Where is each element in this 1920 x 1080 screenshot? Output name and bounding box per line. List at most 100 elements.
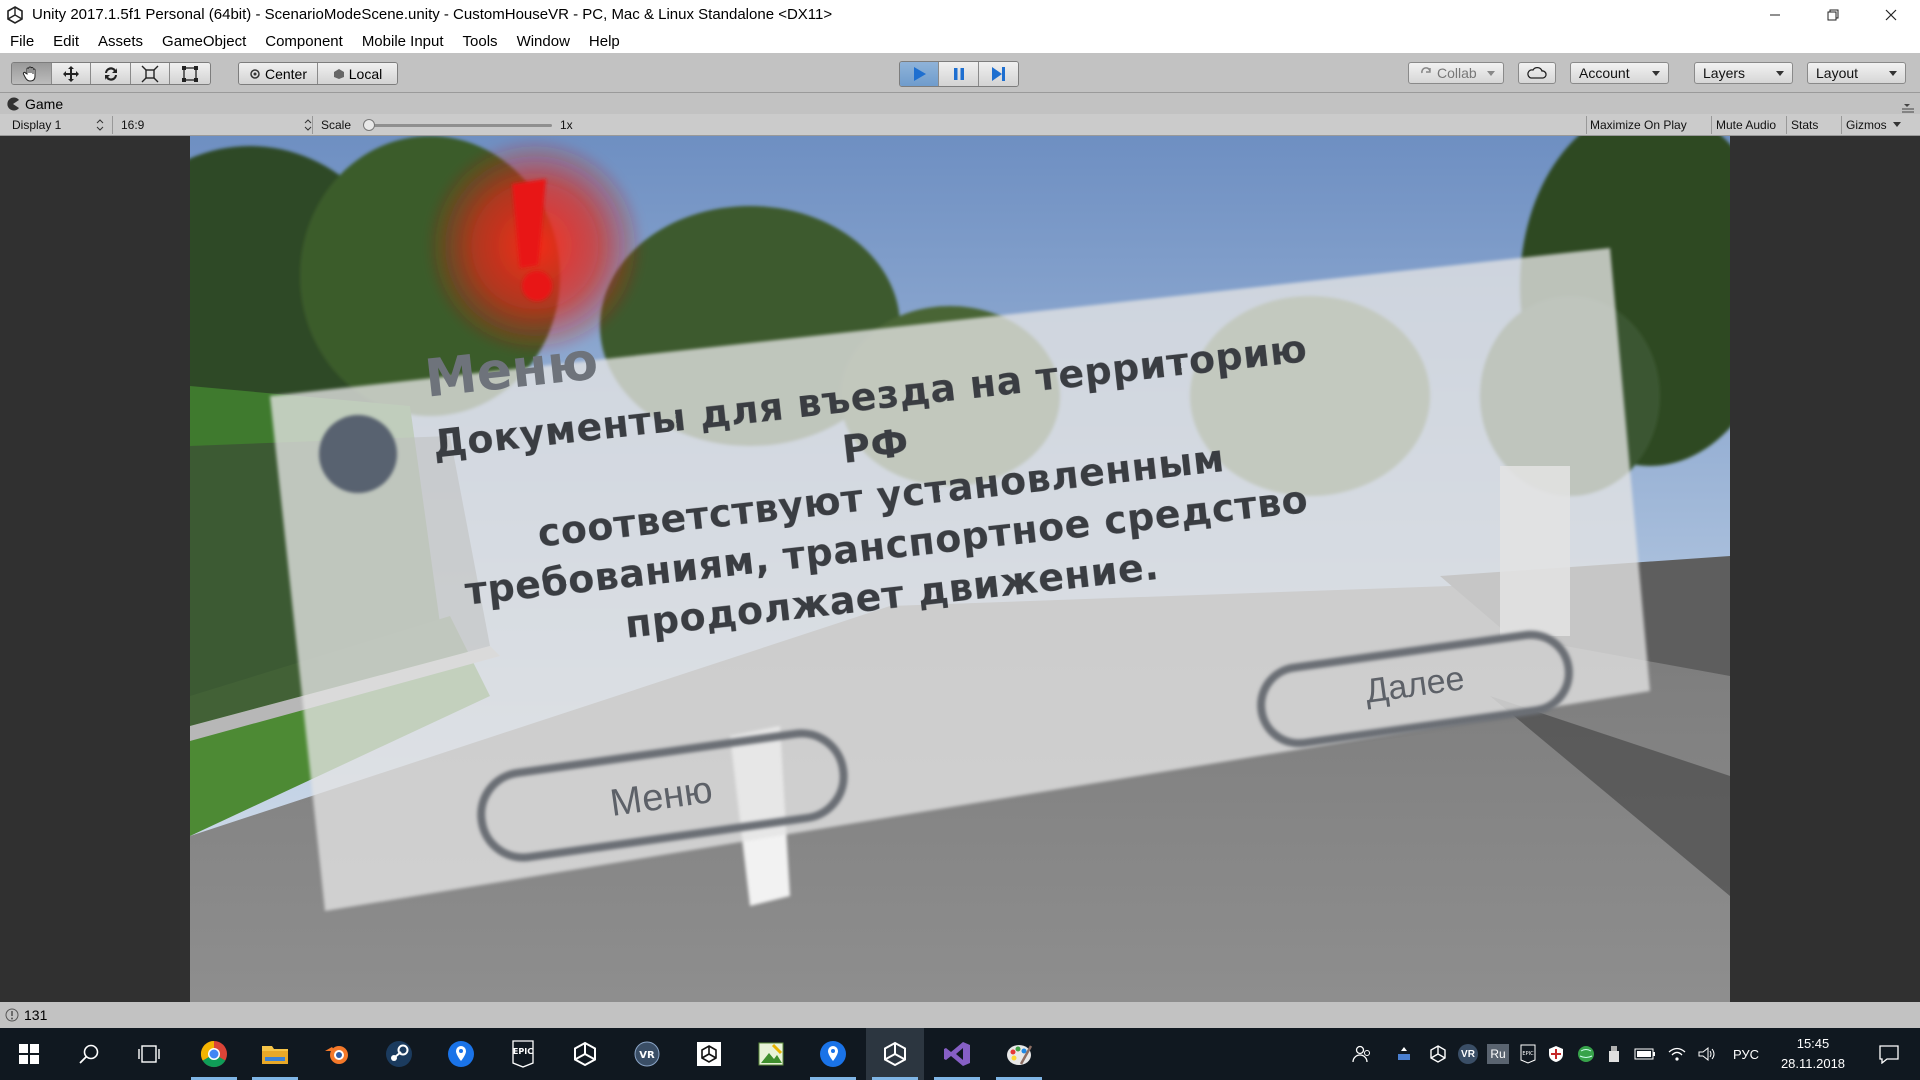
vr-badge: VR [1458, 1044, 1478, 1064]
scale-label: Scale [321, 118, 352, 132]
epic-games-icon: EPIC [512, 1040, 534, 1068]
folder-icon [262, 1046, 288, 1064]
taskbar-image-viewer[interactable] [742, 1028, 800, 1080]
hand-tool-button[interactable] [12, 63, 52, 84]
account-dropdown[interactable]: Account [1570, 62, 1669, 84]
taskbar-steam[interactable] [370, 1028, 428, 1080]
menu-gameobject[interactable]: GameObject [152, 33, 255, 50]
rotate-icon [104, 66, 117, 81]
aspect-label: 16:9 [121, 118, 145, 132]
svg-text:EPIC: EPIC [1522, 1051, 1534, 1057]
pivot-center-button[interactable]: Center [239, 63, 318, 84]
search-button[interactable] [60, 1028, 118, 1080]
svg-text:VR: VR [639, 1050, 655, 1061]
taskbar-chrome[interactable] [185, 1028, 243, 1080]
start-button[interactable] [0, 1028, 58, 1080]
menu-help[interactable]: Help [579, 33, 629, 50]
status-bar: 131 [0, 1002, 1920, 1028]
menu-assets[interactable]: Assets [88, 33, 152, 50]
close-button[interactable] [1862, 0, 1920, 29]
display-dropdown[interactable]: Display 1 [12, 116, 108, 134]
display-label: Display 1 [12, 118, 62, 132]
play-button[interactable] [900, 62, 940, 86]
layout-dropdown[interactable]: Layout [1807, 62, 1906, 84]
tray-language-badge[interactable]: Ru [1486, 1028, 1510, 1080]
taskbar-visual-studio[interactable] [928, 1028, 986, 1080]
tab-game-label: Game [25, 96, 64, 112]
taskbar-vr[interactable]: VR [618, 1028, 676, 1080]
menu-bar: File Edit Assets GameObject Component Mo… [0, 29, 1920, 53]
cloud-button[interactable] [1518, 62, 1556, 84]
tray-unity[interactable] [1426, 1028, 1450, 1080]
game-render-view[interactable]: Меню Документы для въезда на территорию … [190, 136, 1730, 1002]
taskbar-maps[interactable] [432, 1028, 490, 1080]
volume-indicator[interactable] [1694, 1028, 1720, 1080]
menu-file[interactable]: File [0, 33, 43, 50]
scale-tool-button[interactable] [130, 63, 171, 84]
people-icon [1352, 1045, 1370, 1063]
minimize-button[interactable] [1746, 0, 1804, 29]
collab-dropdown[interactable]: Collab [1408, 62, 1504, 84]
taskbar-unity-hub[interactable] [680, 1028, 738, 1080]
move-tool-button[interactable] [51, 63, 92, 84]
rotate-tool-button[interactable] [91, 63, 131, 84]
layers-label: Layers [1703, 65, 1746, 81]
restore-button[interactable] [1804, 0, 1862, 29]
battery-indicator[interactable] [1632, 1028, 1658, 1080]
gizmos-label: Gizmos [1846, 118, 1887, 132]
maximize-on-play-toggle[interactable]: Maximize On Play [1590, 116, 1687, 134]
scale-slider[interactable] [364, 124, 552, 127]
play-icon [914, 67, 927, 81]
chrome-icon [200, 1040, 227, 1068]
gizmos-dropdown[interactable]: Gizmos [1846, 116, 1901, 134]
clock[interactable]: 15:45 28.11.2018 [1770, 1028, 1856, 1080]
image-viewer-icon [758, 1042, 784, 1066]
clock-date: 28.11.2018 [1780, 1056, 1846, 1071]
taskbar-blender[interactable] [308, 1028, 366, 1080]
tray-vr[interactable]: VR [1456, 1028, 1480, 1080]
speaker-icon [1698, 1046, 1715, 1062]
close-icon [1885, 9, 1897, 20]
notifications-button[interactable] [1864, 1028, 1914, 1080]
tray-usb[interactable] [1602, 1028, 1626, 1080]
taskbar-maps-2[interactable] [804, 1028, 862, 1080]
tray-green-app[interactable] [1574, 1028, 1598, 1080]
tray-security[interactable] [1544, 1028, 1568, 1080]
pause-button[interactable] [939, 62, 979, 86]
globe-tray-icon [1578, 1046, 1594, 1062]
scale-slider-thumb[interactable] [363, 119, 375, 131]
pivot-center-label: Center [264, 65, 308, 82]
layout-label: Layout [1816, 65, 1859, 81]
tab-game[interactable]: Game [6, 94, 63, 114]
menu-edit[interactable]: Edit [43, 33, 88, 50]
menu-mobile-input[interactable]: Mobile Input [352, 33, 453, 50]
chevron-down-icon [1889, 71, 1897, 76]
taskbar-unity-editor[interactable] [866, 1028, 924, 1080]
search-icon [79, 1044, 99, 1064]
game-tab-header: Game [0, 94, 1920, 114]
menu-window[interactable]: Window [507, 33, 579, 50]
rect-tool-button[interactable] [170, 63, 210, 84]
taskbar-unity[interactable] [556, 1028, 614, 1080]
layers-dropdown[interactable]: Layers [1694, 62, 1793, 84]
input-language[interactable]: РУС [1726, 1028, 1766, 1080]
mute-audio-toggle[interactable]: Mute Audio [1716, 116, 1776, 134]
step-button[interactable] [978, 62, 1018, 86]
menu-component[interactable]: Component [255, 33, 352, 50]
wifi-indicator[interactable] [1664, 1028, 1690, 1080]
account-label: Account [1579, 65, 1630, 81]
people-button[interactable] [1348, 1028, 1376, 1080]
taskbar-paint[interactable] [990, 1028, 1048, 1080]
tray-epic[interactable]: EPIC [1516, 1028, 1540, 1080]
tray-app-1[interactable] [1392, 1028, 1416, 1080]
taskbar-explorer[interactable] [246, 1028, 304, 1080]
taskbar-epic-games[interactable]: EPIC [494, 1028, 552, 1080]
menu-tools[interactable]: Tools [453, 33, 507, 50]
maps-icon [448, 1041, 474, 1067]
pause-icon [953, 68, 964, 80]
battery-icon [1634, 1048, 1655, 1060]
pivot-local-button[interactable]: Local [318, 63, 397, 84]
stats-toggle[interactable]: Stats [1791, 116, 1818, 134]
task-view-button[interactable] [120, 1028, 178, 1080]
aspect-dropdown[interactable]: 16:9 [121, 116, 316, 134]
